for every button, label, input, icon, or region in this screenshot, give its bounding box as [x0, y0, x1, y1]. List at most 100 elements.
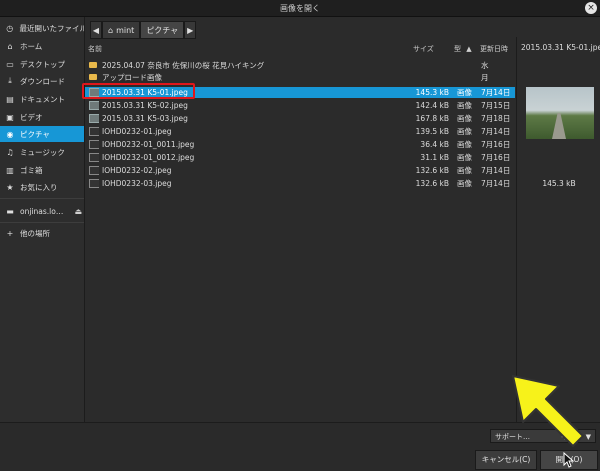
sidebar-item-trash[interactable]: ▥ ゴミ箱	[0, 162, 84, 178]
file-type: 画像	[457, 179, 472, 188]
clock-icon: ◷	[6, 23, 14, 33]
image-file-icon	[89, 114, 99, 123]
download-icon: ⤓	[8, 76, 12, 85]
file-type: 画像	[457, 140, 472, 149]
folder-icon	[89, 74, 97, 80]
file-date: 水	[481, 61, 489, 70]
file-size: 132.6 kB	[415, 179, 449, 188]
column-header-label: 型	[454, 45, 461, 53]
file-type: 画像	[457, 153, 472, 162]
mouse-cursor-icon	[563, 452, 575, 468]
file-date: 月	[481, 73, 489, 82]
file-date: 7月14日	[481, 127, 511, 136]
trash-icon: ▥	[6, 165, 14, 175]
sidebar-item-pictures[interactable]: ◉ ピクチャ	[0, 126, 84, 142]
file-name: 2015.03.31 K5-03.jpeg	[102, 114, 188, 123]
eject-icon[interactable]: ⏏	[74, 207, 82, 216]
column-header-date[interactable]: 更新日時	[480, 43, 508, 56]
file-size: 142.4 kB	[415, 101, 449, 110]
sidebar-divider	[0, 198, 84, 199]
sidebar-item-label: ミュージック	[20, 147, 65, 157]
list-item[interactable]: IOHD0232-01_0012.jpeg 31.1 kB 画像 7月16日	[85, 152, 515, 163]
sidebar-item-label: ビデオ	[20, 112, 43, 122]
file-size: 31.1 kB	[420, 153, 449, 162]
annotation-arrow-icon	[512, 375, 584, 447]
sidebar-item-label: お気に入り	[20, 182, 58, 192]
list-item[interactable]: 2015.03.31 K5-02.jpeg 142.4 kB 画像 7月15日	[85, 100, 515, 111]
close-button[interactable]: ×	[585, 2, 597, 14]
file-name: IOHD0232-01_0012.jpeg	[102, 153, 195, 162]
sidebar-item-downloads[interactable]: ⤓ ダウンロード	[0, 73, 84, 89]
sidebar-item-label: 他の場所	[20, 228, 50, 238]
sidebar-item-other-locations[interactable]: + 他の場所	[0, 225, 84, 241]
file-date: 7月14日	[481, 166, 511, 175]
image-file-icon	[89, 101, 99, 110]
list-item[interactable]: 2025.04.07 奈良市 佐保川の桜 花見ハイキング 水	[85, 60, 515, 71]
path-segment-home[interactable]: ⌂ mint	[102, 21, 141, 39]
folder-icon	[89, 62, 97, 68]
image-file-icon	[89, 179, 99, 188]
file-name: IOHD0232-02.jpeg	[102, 166, 172, 175]
file-name: 2025.04.07 奈良市 佐保川の桜 花見ハイキング	[102, 61, 265, 70]
sidebar-item-home[interactable]: ⌂ ホーム	[0, 38, 84, 54]
file-name: IOHD0232-03.jpeg	[102, 179, 172, 188]
file-type: 画像	[457, 166, 472, 175]
file-size: 167.8 kB	[415, 114, 449, 123]
file-date: 7月14日	[481, 179, 511, 188]
file-size: 145.3 kB	[415, 88, 449, 97]
sidebar-item-label: ホーム	[20, 41, 43, 51]
sidebar-item-network-drive[interactable]: ▬ onjinas.lo… ⏏	[0, 203, 84, 219]
cancel-button[interactable]: キャンセル(C)	[475, 450, 537, 470]
column-header-size[interactable]: サイズ	[413, 43, 434, 56]
title-bar: 画像を開く ×	[0, 0, 600, 17]
file-date: 7月14日	[481, 88, 511, 97]
sidebar-item-label: 最近開いたファイル	[19, 23, 84, 33]
file-size: 139.5 kB	[415, 127, 449, 136]
file-type: 画像	[457, 114, 472, 123]
sidebar-item-label: ドキュメント	[20, 94, 65, 104]
file-name: IOHD0232-01.jpeg	[102, 127, 172, 136]
preview-thumbnail	[526, 87, 594, 139]
path-back-button[interactable]: ◀	[90, 21, 102, 39]
sidebar-item-label: onjinas.lo…	[20, 206, 64, 216]
list-item[interactable]: IOHD0232-01.jpeg 139.5 kB 画像 7月14日	[85, 126, 515, 137]
sidebar-item-favorites[interactable]: ★ お気に入り	[0, 179, 84, 195]
network-drive-icon: ▬	[6, 206, 14, 216]
path-forward-button[interactable]: ▶	[184, 21, 197, 39]
list-item[interactable]: 2015.03.31 K5-03.jpeg 167.8 kB 画像 7月18日	[85, 113, 515, 124]
path-segment-label: ピクチャ	[146, 25, 179, 35]
document-icon: ▤	[6, 94, 14, 104]
camera-icon: ◉	[6, 129, 14, 139]
file-name: IOHD0232-01_0011.jpeg	[102, 140, 195, 149]
sidebar-divider	[0, 222, 84, 223]
sidebar-item-label: デスクトップ	[20, 59, 65, 69]
path-segment-pictures[interactable]: ピクチャ	[140, 21, 185, 39]
sidebar-item-videos[interactable]: ▣ ビデオ	[0, 109, 84, 125]
sidebar-item-desktop[interactable]: ▭ デスクトップ	[0, 56, 84, 72]
sidebar-item-label: ダウンロード	[20, 76, 65, 86]
file-name: アップロード画像	[102, 73, 162, 82]
file-date: 7月15日	[481, 101, 511, 110]
sidebar-item-documents[interactable]: ▤ ドキュメント	[0, 91, 84, 107]
sidebar-item-recent[interactable]: ◷ 最近開いたファイル	[0, 20, 84, 36]
file-type: 画像	[457, 101, 472, 110]
image-file-icon	[89, 153, 99, 162]
column-header-name[interactable]: 名前	[88, 43, 102, 56]
music-icon: ♫	[6, 147, 14, 157]
list-item[interactable]: IOHD0232-03.jpeg 132.6 kB 画像 7月14日	[85, 178, 515, 189]
sidebar-item-music[interactable]: ♫ ミュージック	[0, 144, 84, 160]
list-item[interactable]: IOHD0232-02.jpeg 132.6 kB 画像 7月14日	[85, 165, 515, 176]
star-icon: ★	[6, 182, 14, 192]
preview-pane: 2015.03.31 K5-01.jpeg 145.3 kB	[516, 37, 600, 422]
file-type: 画像	[457, 127, 472, 136]
path-segment-label: mint	[116, 25, 135, 35]
sort-arrow-icon: ▲	[466, 45, 472, 53]
list-item[interactable]: IOHD0232-01_0011.jpeg 36.4 kB 画像 7月16日	[85, 139, 515, 150]
highlight-box	[82, 83, 195, 99]
places-sidebar: ◷ 最近開いたファイル ⌂ ホーム ▭ デスクトップ ⤓ ダウンロード ▤ ドキ…	[0, 17, 85, 422]
preview-filename: 2015.03.31 K5-01.jpeg	[521, 43, 600, 52]
video-icon: ▣	[6, 112, 14, 122]
list-item[interactable]: アップロード画像 月	[85, 72, 515, 83]
column-header-type[interactable]: 型 ▲	[454, 43, 472, 56]
desktop-icon: ▭	[6, 59, 14, 69]
